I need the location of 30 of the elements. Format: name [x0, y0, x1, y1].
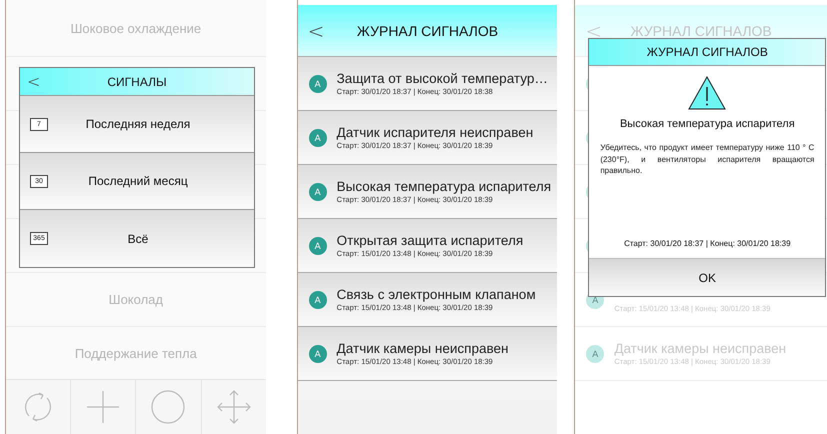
alarm-times: Старт: 30/01/20 18:37 | Конец: 30/01/20 18:39	[624, 239, 791, 248]
alarm-title: Защита от высокой температур…	[336, 71, 548, 86]
alarm-avatar: A	[308, 128, 327, 146]
alarm-avatar: A	[308, 182, 327, 200]
screen-title: ЖУРНАЛ СИГНАЛОВ	[630, 22, 772, 38]
move-icon	[216, 390, 251, 424]
dialog-title: ЖУРНАЛ СИГНАЛОВ	[589, 39, 826, 66]
dialog-title: СИГНАЛЫ	[107, 74, 167, 88]
menu-label: Шоколад	[108, 292, 163, 307]
back-button[interactable]: <	[23, 72, 44, 91]
alarm-avatar: A	[586, 344, 604, 362]
screen-title: ЖУРНАЛ СИГНАЛОВ	[356, 22, 498, 38]
circle-icon	[151, 390, 186, 424]
alarm-heading: Высокая температура испарителя	[620, 118, 795, 130]
alarm-avatar: A	[308, 236, 327, 254]
menu-label: Шоковое охлаждение	[70, 20, 202, 36]
alarm-title: Высокая температура испарителя	[336, 179, 552, 194]
alarm-title: Датчик камеры неисправен	[336, 341, 508, 356]
alarm-message: Убедитесь, что продукт имеет температуру ниже 110 ° C (230°F), и вентиляторы испарителя вращаются правильно.	[600, 142, 814, 177]
back-button[interactable]: <	[304, 18, 328, 42]
alarm-title: Связь с электронным клапаном	[336, 287, 536, 302]
alarm-title: Датчик испарителя неисправен	[336, 125, 534, 140]
menu-label: Поддержание тепла	[74, 346, 197, 361]
warning-icon	[688, 76, 726, 110]
alarm-avatar: A	[308, 290, 327, 308]
ok-button[interactable]: OK	[589, 258, 826, 296]
alarm-avatar: A	[308, 74, 327, 92]
alarm-avatar: A	[308, 344, 327, 362]
plus-icon	[87, 391, 120, 423]
alarm-title: Открытая защита испарителя	[336, 233, 524, 248]
